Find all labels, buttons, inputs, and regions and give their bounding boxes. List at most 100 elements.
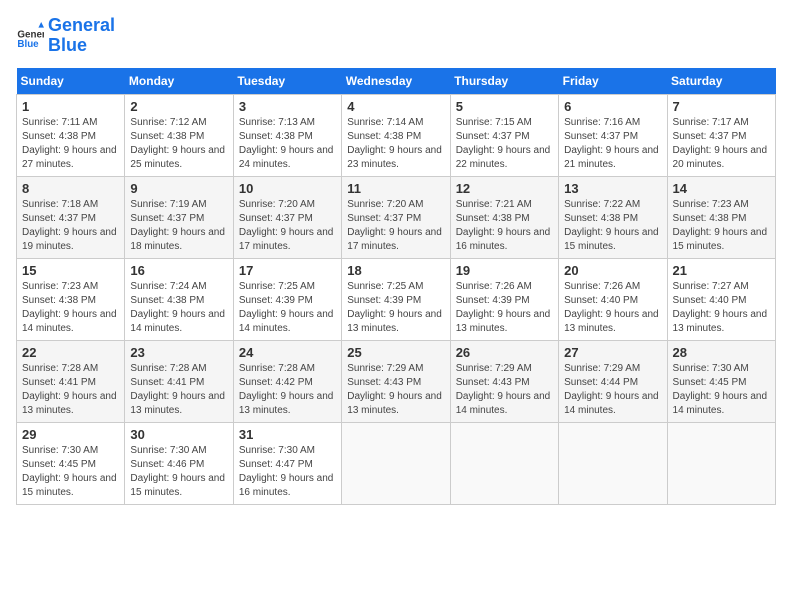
day-cell-23: 23 Sunrise: 7:28 AMSunset: 4:41 PMDaylig…	[125, 340, 233, 422]
day-number: 5	[456, 99, 553, 114]
day-info: Sunrise: 7:26 AMSunset: 4:40 PMDaylight:…	[564, 281, 659, 334]
day-number: 18	[347, 263, 444, 278]
day-cell-17: 17 Sunrise: 7:25 AMSunset: 4:39 PMDaylig…	[233, 258, 341, 340]
day-cell-7: 7 Sunrise: 7:17 AMSunset: 4:37 PMDayligh…	[667, 94, 775, 176]
logo-icon: General Blue	[16, 22, 44, 50]
day-number: 23	[130, 345, 227, 360]
svg-text:Blue: Blue	[17, 39, 39, 50]
week-row-1: 1 Sunrise: 7:11 AMSunset: 4:38 PMDayligh…	[17, 94, 776, 176]
day-info: Sunrise: 7:29 AMSunset: 4:43 PMDaylight:…	[456, 363, 551, 416]
day-info: Sunrise: 7:23 AMSunset: 4:38 PMDaylight:…	[22, 281, 117, 334]
day-number: 20	[564, 263, 661, 278]
day-cell-9: 9 Sunrise: 7:19 AMSunset: 4:37 PMDayligh…	[125, 176, 233, 258]
day-number: 22	[22, 345, 119, 360]
day-number: 4	[347, 99, 444, 114]
empty-cell	[667, 422, 775, 504]
weekday-header-sunday: Sunday	[17, 68, 125, 95]
day-info: Sunrise: 7:13 AMSunset: 4:38 PMDaylight:…	[239, 117, 334, 170]
day-number: 27	[564, 345, 661, 360]
weekday-header-row: SundayMondayTuesdayWednesdayThursdayFrid…	[17, 68, 776, 95]
day-info: Sunrise: 7:23 AMSunset: 4:38 PMDaylight:…	[673, 199, 768, 252]
day-cell-27: 27 Sunrise: 7:29 AMSunset: 4:44 PMDaylig…	[559, 340, 667, 422]
day-number: 2	[130, 99, 227, 114]
day-info: Sunrise: 7:30 AMSunset: 4:46 PMDaylight:…	[130, 445, 225, 498]
day-info: Sunrise: 7:21 AMSunset: 4:38 PMDaylight:…	[456, 199, 551, 252]
day-number: 11	[347, 181, 444, 196]
day-cell-4: 4 Sunrise: 7:14 AMSunset: 4:38 PMDayligh…	[342, 94, 450, 176]
week-row-2: 8 Sunrise: 7:18 AMSunset: 4:37 PMDayligh…	[17, 176, 776, 258]
day-cell-3: 3 Sunrise: 7:13 AMSunset: 4:38 PMDayligh…	[233, 94, 341, 176]
weekday-header-saturday: Saturday	[667, 68, 775, 95]
day-cell-20: 20 Sunrise: 7:26 AMSunset: 4:40 PMDaylig…	[559, 258, 667, 340]
day-info: Sunrise: 7:26 AMSunset: 4:39 PMDaylight:…	[456, 281, 551, 334]
day-cell-19: 19 Sunrise: 7:26 AMSunset: 4:39 PMDaylig…	[450, 258, 558, 340]
day-number: 25	[347, 345, 444, 360]
day-info: Sunrise: 7:30 AMSunset: 4:45 PMDaylight:…	[673, 363, 768, 416]
week-row-5: 29 Sunrise: 7:30 AMSunset: 4:45 PMDaylig…	[17, 422, 776, 504]
day-cell-10: 10 Sunrise: 7:20 AMSunset: 4:37 PMDaylig…	[233, 176, 341, 258]
logo: General Blue GeneralBlue	[16, 16, 115, 56]
weekday-header-wednesday: Wednesday	[342, 68, 450, 95]
day-cell-12: 12 Sunrise: 7:21 AMSunset: 4:38 PMDaylig…	[450, 176, 558, 258]
day-number: 8	[22, 181, 119, 196]
day-cell-6: 6 Sunrise: 7:16 AMSunset: 4:37 PMDayligh…	[559, 94, 667, 176]
day-cell-18: 18 Sunrise: 7:25 AMSunset: 4:39 PMDaylig…	[342, 258, 450, 340]
day-cell-14: 14 Sunrise: 7:23 AMSunset: 4:38 PMDaylig…	[667, 176, 775, 258]
day-info: Sunrise: 7:29 AMSunset: 4:43 PMDaylight:…	[347, 363, 442, 416]
day-info: Sunrise: 7:28 AMSunset: 4:41 PMDaylight:…	[130, 363, 225, 416]
day-cell-2: 2 Sunrise: 7:12 AMSunset: 4:38 PMDayligh…	[125, 94, 233, 176]
day-cell-1: 1 Sunrise: 7:11 AMSunset: 4:38 PMDayligh…	[17, 94, 125, 176]
day-number: 12	[456, 181, 553, 196]
day-number: 9	[130, 181, 227, 196]
day-info: Sunrise: 7:24 AMSunset: 4:38 PMDaylight:…	[130, 281, 225, 334]
day-info: Sunrise: 7:25 AMSunset: 4:39 PMDaylight:…	[239, 281, 334, 334]
day-cell-13: 13 Sunrise: 7:22 AMSunset: 4:38 PMDaylig…	[559, 176, 667, 258]
week-row-3: 15 Sunrise: 7:23 AMSunset: 4:38 PMDaylig…	[17, 258, 776, 340]
day-info: Sunrise: 7:14 AMSunset: 4:38 PMDaylight:…	[347, 117, 442, 170]
day-cell-28: 28 Sunrise: 7:30 AMSunset: 4:45 PMDaylig…	[667, 340, 775, 422]
day-number: 17	[239, 263, 336, 278]
weekday-header-tuesday: Tuesday	[233, 68, 341, 95]
day-cell-5: 5 Sunrise: 7:15 AMSunset: 4:37 PMDayligh…	[450, 94, 558, 176]
empty-cell	[559, 422, 667, 504]
day-info: Sunrise: 7:29 AMSunset: 4:44 PMDaylight:…	[564, 363, 659, 416]
empty-cell	[342, 422, 450, 504]
day-number: 24	[239, 345, 336, 360]
weekday-header-monday: Monday	[125, 68, 233, 95]
day-number: 29	[22, 427, 119, 442]
empty-cell	[450, 422, 558, 504]
weekday-header-thursday: Thursday	[450, 68, 558, 95]
day-info: Sunrise: 7:15 AMSunset: 4:37 PMDaylight:…	[456, 117, 551, 170]
day-cell-16: 16 Sunrise: 7:24 AMSunset: 4:38 PMDaylig…	[125, 258, 233, 340]
day-info: Sunrise: 7:16 AMSunset: 4:37 PMDaylight:…	[564, 117, 659, 170]
day-cell-21: 21 Sunrise: 7:27 AMSunset: 4:40 PMDaylig…	[667, 258, 775, 340]
day-info: Sunrise: 7:25 AMSunset: 4:39 PMDaylight:…	[347, 281, 442, 334]
day-info: Sunrise: 7:11 AMSunset: 4:38 PMDaylight:…	[22, 117, 117, 170]
day-number: 15	[22, 263, 119, 278]
day-cell-24: 24 Sunrise: 7:28 AMSunset: 4:42 PMDaylig…	[233, 340, 341, 422]
day-cell-25: 25 Sunrise: 7:29 AMSunset: 4:43 PMDaylig…	[342, 340, 450, 422]
day-number: 3	[239, 99, 336, 114]
day-number: 31	[239, 427, 336, 442]
day-cell-15: 15 Sunrise: 7:23 AMSunset: 4:38 PMDaylig…	[17, 258, 125, 340]
day-number: 14	[673, 181, 770, 196]
day-number: 6	[564, 99, 661, 114]
day-info: Sunrise: 7:22 AMSunset: 4:38 PMDaylight:…	[564, 199, 659, 252]
day-number: 30	[130, 427, 227, 442]
day-number: 10	[239, 181, 336, 196]
day-number: 26	[456, 345, 553, 360]
day-cell-11: 11 Sunrise: 7:20 AMSunset: 4:37 PMDaylig…	[342, 176, 450, 258]
day-cell-8: 8 Sunrise: 7:18 AMSunset: 4:37 PMDayligh…	[17, 176, 125, 258]
day-info: Sunrise: 7:17 AMSunset: 4:37 PMDaylight:…	[673, 117, 768, 170]
page-header: General Blue GeneralBlue	[16, 16, 776, 56]
logo-text: GeneralBlue	[48, 16, 115, 56]
day-info: Sunrise: 7:28 AMSunset: 4:42 PMDaylight:…	[239, 363, 334, 416]
day-info: Sunrise: 7:30 AMSunset: 4:45 PMDaylight:…	[22, 445, 117, 498]
day-number: 28	[673, 345, 770, 360]
day-number: 16	[130, 263, 227, 278]
day-cell-31: 31 Sunrise: 7:30 AMSunset: 4:47 PMDaylig…	[233, 422, 341, 504]
day-number: 19	[456, 263, 553, 278]
day-info: Sunrise: 7:28 AMSunset: 4:41 PMDaylight:…	[22, 363, 117, 416]
day-info: Sunrise: 7:20 AMSunset: 4:37 PMDaylight:…	[239, 199, 334, 252]
calendar-table: SundayMondayTuesdayWednesdayThursdayFrid…	[16, 68, 776, 505]
